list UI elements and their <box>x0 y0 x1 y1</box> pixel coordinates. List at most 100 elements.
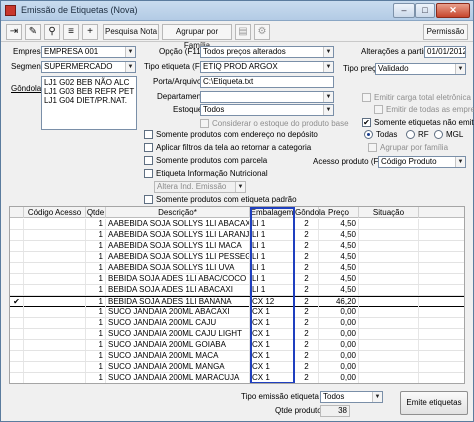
table-row[interactable]: 1 SUCO JANDAIA 200ML MARACUJA CX 1 2 0,00 <box>10 373 464 383</box>
segmento-select[interactable]: SUPERMERCADO ▼ <box>41 61 136 73</box>
table-row[interactable]: ✔ 1 BEBIDA SOJA ADES 1LI BANANA CX 12 2 46,20 <box>10 296 464 307</box>
cell-desc: BEBIDA SOJA ADES 1LI ABAC/COCO <box>106 274 250 284</box>
exit-icon[interactable]: ⇥ <box>6 24 22 40</box>
cell-emb: CX 1 <box>250 307 295 317</box>
emite-etiquetas-button[interactable]: Emite etiquetas <box>400 391 468 415</box>
add-list-icon[interactable]: + <box>82 24 98 40</box>
window-title: Emissão de Etiquetas (Nova) <box>21 5 138 15</box>
gondola-item[interactable]: LJ1 G02 BEB NÃO ALC <box>44 78 134 87</box>
minimize-button[interactable]: – <box>393 3 415 18</box>
table-row[interactable]: 1 SUCO JANDAIA 200ML MACA CX 1 2 0,00 <box>10 351 464 362</box>
cell-preco: 4,50 <box>319 241 359 251</box>
gondola-label[interactable]: Gôndola <box>11 84 41 94</box>
estoque-label: Estoque <box>173 105 203 114</box>
table-row[interactable]: 1 AABEBIDA SOJA SOLLYS 1LI ABACAXI LI 1 2 4,… <box>10 219 464 230</box>
cell-emb: LI 1 <box>250 219 295 229</box>
col-check[interactable] <box>10 207 24 218</box>
estoque-select[interactable]: Todos ▼ <box>200 104 334 116</box>
cell-qtde: 1 <box>86 274 106 284</box>
cell-qtde: 1 <box>86 340 106 350</box>
agrupar-familia-button[interactable]: Agrupar por Família <box>162 24 232 50</box>
agrupar-familia-checkbox <box>368 143 377 152</box>
col-situacao[interactable]: Situação <box>359 207 419 218</box>
table-row[interactable]: 1 SUCO JANDAIA 200ML CAJU LIGHT CX 1 2 0,00 <box>10 329 464 340</box>
chevron-down-icon: ▼ <box>323 105 333 115</box>
cell-qtde: 1 <box>86 329 106 339</box>
cell-codigo <box>24 362 86 372</box>
alteracoes-date-input[interactable]: 01/01/2012 <box>424 46 466 58</box>
table-row[interactable]: 1 SUCO JANDAIA 200ML MANGA CX 1 2 0,00 <box>10 362 464 373</box>
cell-emb: LI 1 <box>250 263 295 273</box>
emitir-carga-checkbox <box>362 93 371 102</box>
cell-preco: 4,50 <box>319 219 359 229</box>
tipo-etiqueta-select[interactable]: ETIQ PROD ARGOX ▼ <box>200 61 334 73</box>
col-codigo-acesso[interactable]: Código Acesso <box>24 207 86 218</box>
tipo-etiqueta-value: ETIQ PROD ARGOX <box>203 62 278 71</box>
close-button[interactable]: ✕ <box>436 3 470 18</box>
cell-preco: 4,50 <box>319 252 359 262</box>
cell-gond: 2 <box>295 329 319 339</box>
table-row[interactable]: 1 BEBIDA SOJA ADES 1LI ABACAXI LI 1 2 4,50 <box>10 285 464 296</box>
somente-nao-emitidas-checkbox[interactable]: ✔ <box>362 118 371 127</box>
cell-emb: LI 1 <box>250 285 295 295</box>
cell-gond: 2 <box>295 241 319 251</box>
permissao-button[interactable]: Permissão <box>423 24 468 40</box>
cell-emb: CX 1 <box>250 318 295 328</box>
col-descricao[interactable]: Descrição* <box>106 207 250 218</box>
cell-preco: 0,00 <box>319 340 359 350</box>
departamento-select[interactable]: ▼ <box>200 91 334 103</box>
chevron-down-icon: ▼ <box>323 47 333 57</box>
cell-sit <box>359 285 419 295</box>
tipo-preco-select[interactable]: Validado ▼ <box>375 63 466 75</box>
cell-gond: 2 <box>295 274 319 284</box>
tipo-emissao-select[interactable]: Todos ▼ <box>320 391 383 403</box>
cell-sit <box>359 307 419 317</box>
edit-icon[interactable]: ✎ <box>25 24 41 40</box>
nutricional-checkbox[interactable] <box>144 169 153 178</box>
radio-todas[interactable] <box>364 130 373 139</box>
cell-preco: 0,00 <box>319 373 359 383</box>
gondola-list[interactable]: LJ1 G02 BEB NÃO ALC LJ1 G03 BEB REFR PET… <box>41 76 137 130</box>
cell-preco: 0,00 <box>319 307 359 317</box>
aplicar-filtros-checkbox[interactable] <box>144 143 153 152</box>
padrao-checkbox[interactable] <box>144 195 153 204</box>
maximize-button[interactable]: □ <box>415 3 435 18</box>
pesquisa-nota-button[interactable]: Pesquisa Nota <box>103 24 159 40</box>
col-preco[interactable]: Preço <box>319 207 359 218</box>
radio-rf[interactable] <box>406 130 415 139</box>
col-gondola[interactable]: Gôndola <box>295 207 325 218</box>
table-row[interactable]: 1 AABEBIDA SOJA SOLLYS 1LI MACA LI 1 2 4,50 <box>10 241 464 252</box>
table-row[interactable]: 1 BEBIDA SOJA ADES 1LI ABAC/COCO LI 1 2 4,50 <box>10 274 464 285</box>
padrao-label: Somente produtos com etiqueta padrão <box>156 195 297 204</box>
cell-codigo <box>24 318 86 328</box>
table-row[interactable]: 1 AABEBIDA SOJA SOLLYS 1LI UVA LI 1 2 4,50 <box>10 263 464 274</box>
porta-input[interactable]: C:\Etiqueta.txt <box>200 76 334 88</box>
cell-desc: SUCO JANDAIA 200ML CAJU <box>106 318 250 328</box>
search-icon[interactable]: ⚲ <box>44 24 60 40</box>
products-table[interactable]: Código Acesso Qtde Descrição* Embalagem … <box>9 206 465 384</box>
cell-qtde: 1 <box>86 351 106 361</box>
opcao-select[interactable]: Todos preços alterados ▼ <box>200 46 334 58</box>
radio-mgl[interactable] <box>434 130 443 139</box>
cell-preco: 4,50 <box>319 263 359 273</box>
table-row[interactable]: 1 AABEBIDA SOJA SOLLYS 1LI LARANJA + LI 12… <box>10 230 464 241</box>
table-row[interactable]: 1 AABEBIDA SOJA SOLLYS 1LI PESSEGO LI 1 2 4,… <box>10 252 464 263</box>
gondola-item[interactable]: LJ1 G03 BEB REFR PET <box>44 87 134 96</box>
table-row[interactable]: 1 SUCO JANDAIA 200ML CAJU CX 1 2 0,00 <box>10 318 464 329</box>
col-embalagem[interactable]: Embalagem <box>250 207 295 218</box>
col-qtde[interactable]: Qtde <box>86 207 106 218</box>
list-icon[interactable]: ≡ <box>63 24 79 40</box>
cell-desc: SUCO JANDAIA 200ML MACA <box>106 351 250 361</box>
gondola-item[interactable]: LJ1 G04 DIET/PR.NAT. <box>44 96 134 105</box>
endereco-checkbox[interactable] <box>144 130 153 139</box>
empresa-select[interactable]: EMPRESA 001 ▼ <box>41 46 136 58</box>
altera-ind-select: Altera Ind. Emissão ▼ <box>154 181 246 193</box>
table-row[interactable]: 1 SUCO JANDAIA 200ML ABACAXI CX 1 2 0,00 <box>10 307 464 318</box>
cell-codigo <box>24 274 86 284</box>
table-row[interactable]: 1 SUCO JANDAIA 200ML GOIABA CX 1 2 0,00 <box>10 340 464 351</box>
acesso-select[interactable]: Código Produto ▼ <box>378 156 466 168</box>
emitir-todas-checkbox <box>374 105 383 114</box>
parcela-checkbox[interactable] <box>144 156 153 165</box>
cell-gond: 2 <box>295 285 319 295</box>
cell-desc: BEBIDA SOJA ADES 1LI ABACAXI <box>106 285 250 295</box>
